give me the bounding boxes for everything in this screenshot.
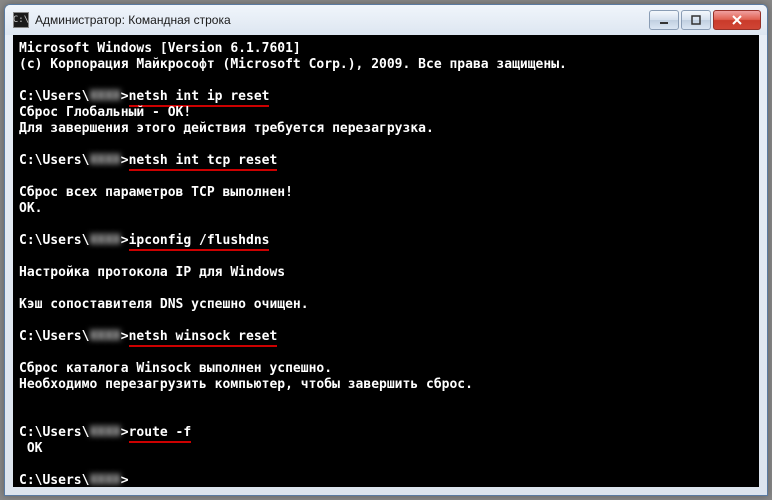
blank-line (19, 409, 753, 425)
command-text: netsh int tcp reset (129, 153, 278, 171)
minimize-button[interactable] (649, 10, 679, 30)
blank-line (19, 169, 753, 185)
version-line: Microsoft Windows [Version 6.1.7601] (19, 41, 753, 57)
terminal-window: C:\ Администратор: Командная строка Micr… (4, 4, 768, 496)
command-text: ipconfig /flushdns (129, 233, 270, 251)
output-line: Для завершения этого действия требуется … (19, 121, 753, 137)
output-line: Необходимо перезагрузить компьютер, чтоб… (19, 377, 753, 393)
app-icon: C:\ (13, 12, 29, 28)
output-line: OK. (19, 201, 753, 217)
titlebar[interactable]: C:\ Администратор: Командная строка (5, 5, 767, 35)
active-prompt: C:\Users\XXXX> (19, 473, 753, 487)
blank-line (19, 73, 753, 89)
output-line: Кэш сопоставителя DNS успешно очищен. (19, 297, 753, 313)
window-title: Администратор: Командная строка (35, 13, 649, 27)
blank-line (19, 313, 753, 329)
output-line: Настройка протокола IP для Windows (19, 265, 753, 281)
prompt-line: C:\Users\XXXX>ipconfig /flushdns (19, 233, 753, 249)
command-text: netsh winsock reset (129, 329, 278, 347)
command-text: route -f (129, 425, 192, 443)
terminal-output[interactable]: Microsoft Windows [Version 6.1.7601](c) … (13, 35, 759, 487)
blank-line (19, 393, 753, 409)
blank-line (19, 249, 753, 265)
prompt-line: C:\Users\XXXX>route -f (19, 425, 753, 441)
output-line: Сброс всех параметров TCP выполнен! (19, 185, 753, 201)
blank-line (19, 217, 753, 233)
prompt-line: C:\Users\XXXX>netsh int ip reset (19, 89, 753, 105)
blank-line (19, 137, 753, 153)
window-controls (649, 10, 761, 30)
prompt-line: C:\Users\XXXX>netsh winsock reset (19, 329, 753, 345)
maximize-button[interactable] (681, 10, 711, 30)
close-button[interactable] (713, 10, 761, 30)
copyright-line: (c) Корпорация Майкрософт (Microsoft Cor… (19, 57, 753, 73)
output-line: Сброс каталога Winsock выполнен успешно. (19, 361, 753, 377)
output-line: OK (19, 441, 753, 457)
blank-line (19, 281, 753, 297)
output-line: Сброс Глобальный - OK! (19, 105, 753, 121)
blank-line (19, 345, 753, 361)
blank-line (19, 457, 753, 473)
prompt-line: C:\Users\XXXX>netsh int tcp reset (19, 153, 753, 169)
